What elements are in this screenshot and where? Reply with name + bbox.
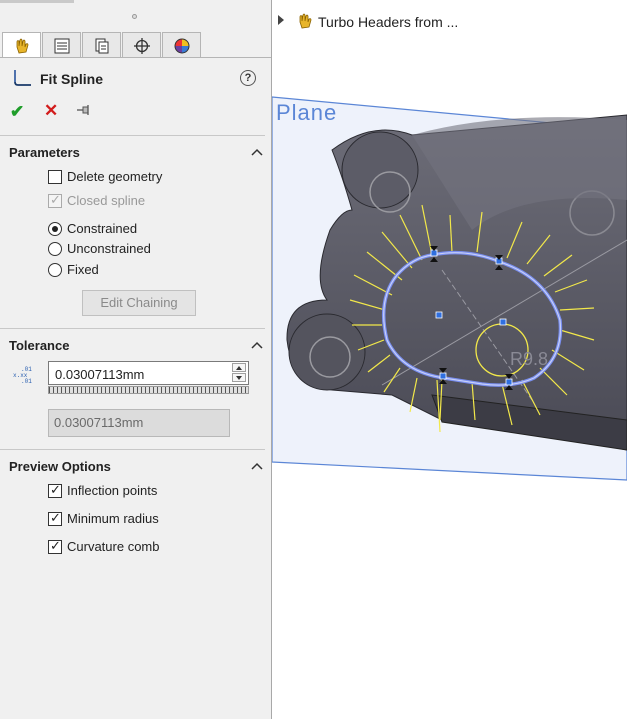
tolerance-readout: 0.03007113mm [48, 409, 230, 437]
feature-title-row: Fit Spline ? [0, 64, 272, 92]
edit-chaining-button[interactable]: Edit Chaining [82, 290, 196, 316]
expand-arrow-icon[interactable] [278, 15, 284, 25]
fit-spline-icon [14, 70, 31, 86]
help-icon[interactable]: ? [240, 70, 256, 86]
separator [0, 449, 265, 450]
checkbox-box[interactable]: ✓ [48, 482, 62, 498]
parameters-header[interactable]: Parameters [9, 145, 80, 160]
radio-selected-dot [52, 226, 58, 232]
checkmark-icon: ✓ [50, 538, 61, 553]
chevron-up-icon[interactable] [251, 461, 263, 471]
tolerance-icon: .01 x.xx .01 [13, 366, 32, 384]
display-manager-icon [174, 38, 190, 54]
tolerance-header[interactable]: Tolerance [9, 338, 69, 353]
dimension-label: R9.8 [510, 349, 548, 369]
tolerance-spinbox [48, 361, 249, 385]
radio-button[interactable] [48, 263, 62, 277]
plane-label: Plane [276, 100, 338, 125]
chevron-up-icon[interactable] [251, 340, 263, 350]
checkbox-label: Closed spline [67, 193, 146, 208]
feature-tree-icon [16, 38, 29, 54]
tab-dimxpertmanager[interactable] [122, 32, 161, 58]
pin-icon[interactable] [76, 102, 92, 118]
tree-item-label: Turbo Headers from ... [318, 14, 459, 30]
action-buttons: ✔ ✕ [0, 100, 272, 122]
graphics-area[interactable]: R9.8 Turbo Headers from ... Plane [272, 0, 627, 719]
tabs-baseline [0, 57, 272, 58]
cancel-button[interactable]: ✕ [44, 101, 58, 121]
radio-label: Fixed [67, 262, 99, 277]
property-manager: Fit Spline ? ✔ ✕ Parameters Delete geome… [0, 0, 272, 719]
manager-tabs [0, 32, 272, 58]
arrow-down-icon [236, 376, 242, 380]
checkbox-label: Inflection points [67, 483, 158, 498]
checkbox-box[interactable]: ✓ [48, 510, 62, 526]
arrow-up-icon [236, 366, 242, 370]
tab-displaymanager[interactable] [162, 32, 201, 58]
radio-label: Unconstrained [67, 241, 151, 256]
radio-button[interactable] [48, 222, 62, 236]
spin-down-button[interactable] [232, 373, 246, 382]
tab-configurationmanager[interactable] [82, 32, 121, 58]
checkmark-icon: ✓ [50, 482, 61, 497]
tab-featuremanager[interactable] [2, 32, 41, 58]
tab-propertymanager[interactable] [42, 32, 81, 58]
separator [0, 135, 265, 136]
tolerance-input[interactable] [53, 364, 227, 384]
panel-top-bar [0, 0, 74, 3]
checkbox-box[interactable] [48, 170, 62, 184]
property-manager-icon [54, 38, 70, 54]
page-title: Fit Spline [40, 71, 103, 87]
radio-button[interactable] [48, 242, 62, 256]
svg-text:.01: .01 [21, 378, 32, 384]
tolerance-thumbwheel[interactable] [48, 386, 249, 394]
part-icon [299, 13, 312, 29]
dimxpert-crosshair-icon [134, 38, 150, 54]
part-lobe [341, 131, 419, 209]
panel-grip[interactable] [0, 0, 272, 30]
checkbox-box[interactable]: ✓ [48, 192, 62, 208]
radio-label: Constrained [67, 221, 138, 236]
checkmark-icon: ✓ [50, 510, 61, 525]
checkbox-box[interactable]: ✓ [48, 538, 62, 554]
configuration-manager-icon [95, 38, 109, 54]
chevron-up-icon[interactable] [251, 147, 263, 157]
ok-button[interactable]: ✔ [10, 102, 24, 122]
checkbox-label: Delete geometry [67, 169, 163, 184]
checkbox-label: Minimum radius [67, 511, 159, 526]
separator [0, 328, 265, 329]
spin-up-button[interactable] [232, 363, 246, 372]
preview-options-header[interactable]: Preview Options [9, 459, 111, 474]
checkbox-label: Curvature comb [67, 539, 160, 554]
checkmark-icon: ✓ [50, 192, 61, 207]
grip-dot-icon [132, 14, 137, 19]
